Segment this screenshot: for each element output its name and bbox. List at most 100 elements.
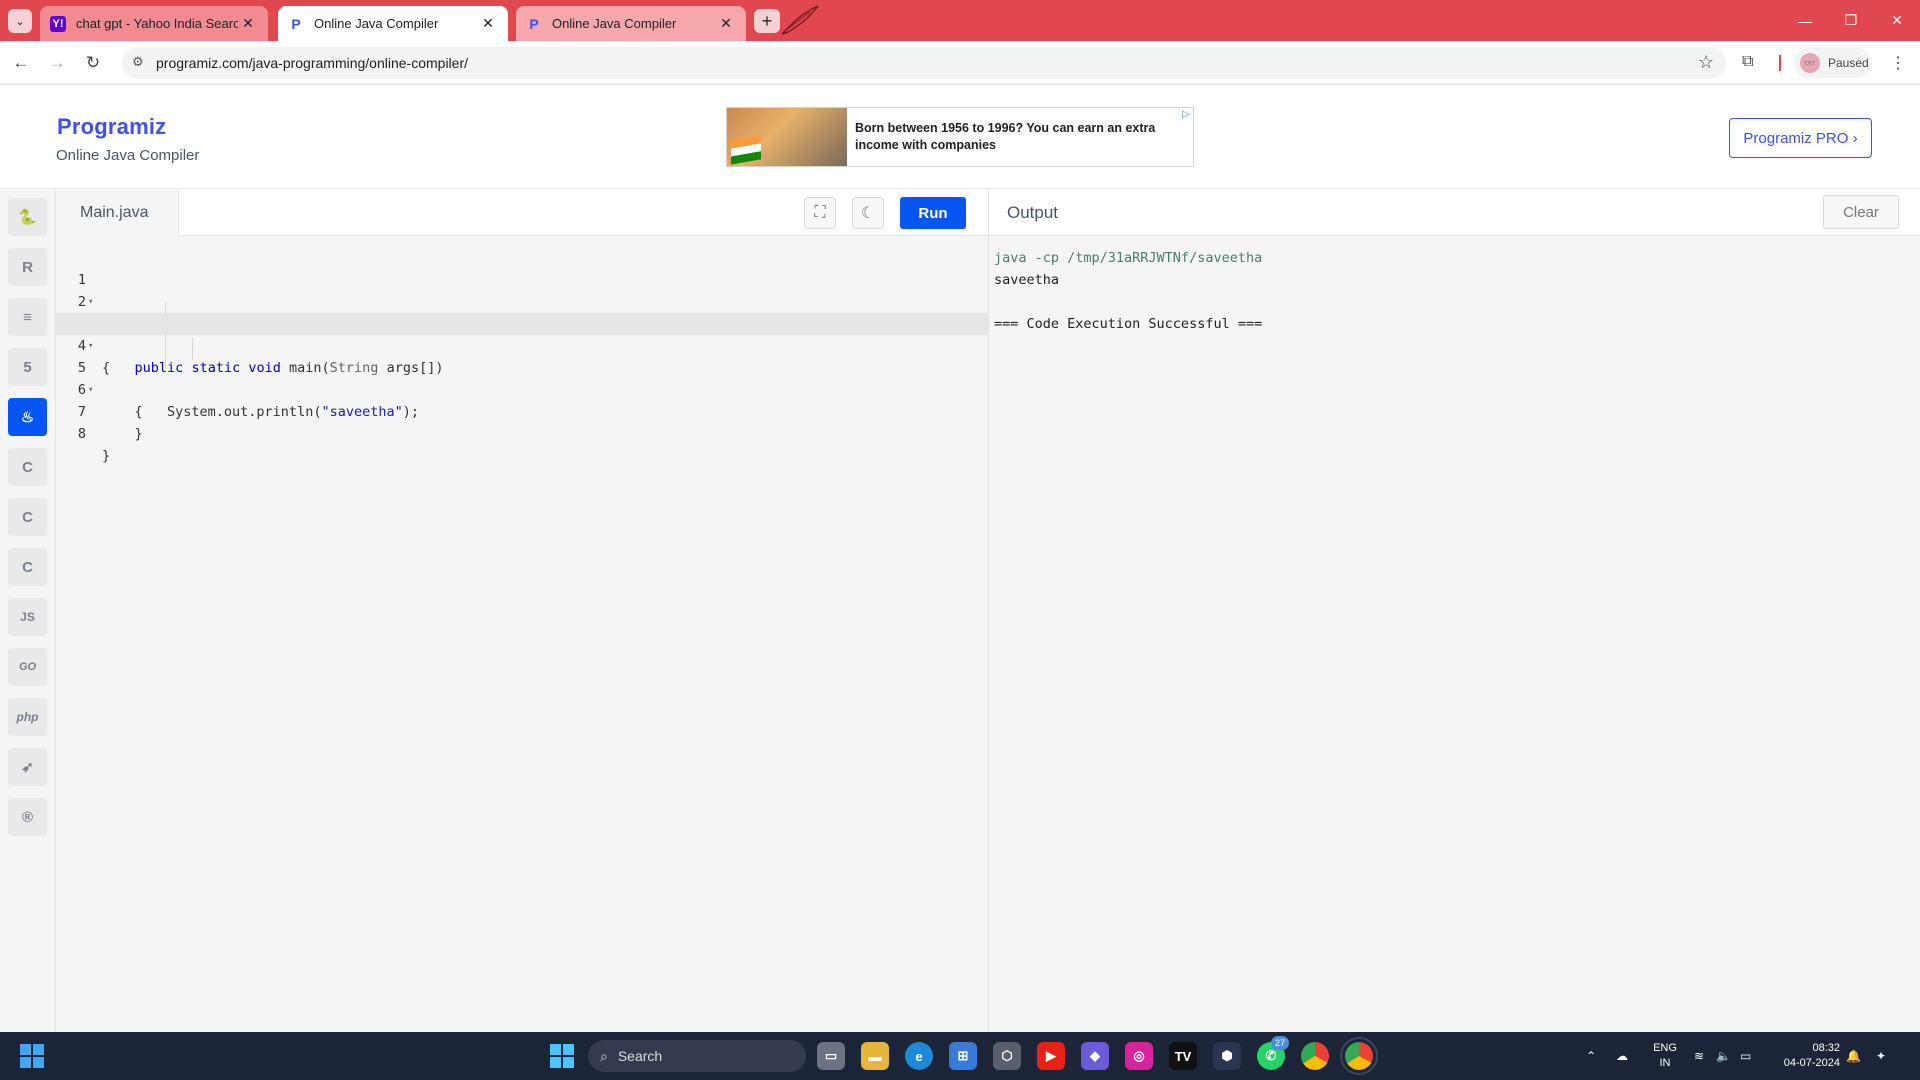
tab-search-button[interactable]: ⌄ — [8, 9, 32, 33]
tab-title: Online Java Compiler — [552, 16, 677, 31]
rust-language-icon[interactable]: ® — [8, 798, 47, 836]
file-explorer-icon[interactable]: ▬ — [861, 1042, 889, 1070]
forward-icon[interactable]: → — [44, 50, 70, 76]
search-icon: ⌕ — [600, 1047, 608, 1064]
chrome-icon[interactable] — [1301, 1042, 1329, 1070]
copilot-tray-icon[interactable]: ✦ — [1876, 1032, 1886, 1080]
browser-tab-3[interactable]: P Online Java Compiler ✕ — [516, 6, 746, 41]
menu-kebab-icon[interactable]: ⋮ — [1890, 53, 1906, 73]
tab-title: chat gpt - Yahoo India Search R — [76, 16, 238, 31]
profile-button[interactable]: 👓 Paused — [1794, 48, 1872, 78]
line-number: 8 — [77, 426, 86, 442]
output-line: saveetha — [994, 272, 1060, 288]
extensions-icon[interactable]: ⧉ — [1742, 53, 1753, 71]
task-view-icon[interactable]: ▭ — [817, 1042, 845, 1070]
html-language-icon[interactable]: 5 — [8, 348, 47, 386]
close-window-icon[interactable]: ✕ — [1874, 0, 1920, 41]
language-code: ENG — [1653, 1042, 1677, 1054]
input-language-indicator[interactable]: ENG IN — [1650, 1041, 1680, 1071]
notifications-icon[interactable]: 🔔 — [1846, 1032, 1861, 1080]
code-line[interactable]: 8 } — [56, 401, 988, 464]
restore-icon[interactable]: ❐ — [1828, 0, 1874, 41]
code-line[interactable]: 3 ▾ { — [56, 291, 988, 376]
adchoices-icon[interactable]: ▷ — [1182, 109, 1190, 120]
microsoft-store-icon[interactable]: ⊞ — [949, 1042, 977, 1070]
page-subtitle: Online Java Compiler — [56, 147, 200, 164]
output-command-line: java -cp /tmp/31aRRJWTNf/saveetha — [994, 250, 1263, 266]
unity-hub-icon[interactable]: ⬡ — [993, 1042, 1021, 1070]
code-line[interactable]: 5 ▾ { — [56, 335, 988, 420]
programiz-icon: P — [291, 15, 301, 32]
go-language-icon[interactable]: GO — [8, 648, 47, 686]
run-button[interactable]: Run — [900, 197, 966, 229]
browser-tab-1[interactable]: Y! chat gpt - Yahoo India Search R ✕ — [40, 6, 268, 41]
python-language-icon[interactable]: 🐍 — [8, 198, 47, 236]
close-tab-icon[interactable]: ✕ — [478, 15, 498, 32]
new-tab-button[interactable]: + — [754, 9, 780, 33]
browser-tab-2[interactable]: P Online Java Compiler ✕ — [278, 6, 508, 41]
url-text[interactable]: programiz.com/java-programming/online-co… — [156, 55, 468, 71]
programiz-pro-button[interactable]: Programiz PRO › — [1729, 118, 1872, 158]
back-icon[interactable]: ← — [8, 50, 34, 76]
wifi-icon[interactable]: ≋ — [1694, 1032, 1704, 1080]
code-line-active[interactable]: 4 public static void main(String args[]) — [56, 313, 988, 376]
output-header: Output Clear — [988, 190, 1920, 236]
php-language-icon[interactable]: php — [8, 698, 47, 736]
code-line[interactable]: 2 class saveetha — [56, 269, 988, 332]
clock-date: 04-07-2024 — [1783, 1057, 1840, 1069]
java-language-icon[interactable]: ♨ — [8, 398, 47, 436]
code-editor[interactable]: 1 ▾ import java.io.*; 2 class saveetha 3… — [56, 236, 988, 1032]
browser-toolbar: ← → ↻ ⚙ programiz.com/java-programming/o… — [0, 41, 1920, 85]
code-text: } — [102, 426, 143, 442]
browser-tabstrip: ⌄ Y! chat gpt - Yahoo India Search R ✕ P… — [0, 0, 1920, 41]
close-tab-icon[interactable]: ✕ — [716, 15, 736, 32]
battery-icon[interactable]: ▭ — [1740, 1032, 1751, 1080]
close-tab-icon[interactable]: ✕ — [238, 15, 258, 32]
edge-icon[interactable]: e — [905, 1042, 933, 1070]
search-label: Search — [617, 1048, 663, 1064]
reload-icon[interactable]: ↻ — [80, 50, 106, 76]
dark-mode-moon-icon[interactable]: ☾ — [852, 197, 884, 229]
code-line[interactable]: 6 System.out.println("saveetha"); — [56, 357, 988, 420]
file-tab-main-java[interactable]: Main.java — [56, 190, 179, 236]
system-clock[interactable]: 08:32 04-07-2024 — [1772, 1041, 1840, 1071]
show-hidden-icons-chevron-icon[interactable]: ⌃ — [1586, 1032, 1596, 1080]
programiz-logo[interactable]: Programiz — [57, 114, 166, 140]
swift-language-icon[interactable]: ➶ — [8, 748, 47, 786]
bookmark-star-icon[interactable]: ☆ — [1698, 52, 1714, 73]
onedrive-icon[interactable]: ☁ — [1616, 1032, 1628, 1080]
volume-icon[interactable]: 🔈 — [1716, 1032, 1731, 1080]
site-info-icon[interactable]: ⚙ — [132, 54, 144, 70]
csharp-language-icon[interactable]: C — [8, 548, 47, 586]
minimize-icon[interactable]: — — [1782, 0, 1828, 41]
taskbar-search[interactable]: ⌕ Search — [588, 1040, 806, 1072]
profile-status: Paused — [1828, 56, 1869, 70]
clock-time: 08:32 — [1812, 1042, 1840, 1054]
copilot-icon[interactable]: ◆ — [1081, 1042, 1109, 1070]
instagram-icon[interactable]: ◎ — [1125, 1042, 1153, 1070]
clear-button[interactable]: Clear — [1823, 195, 1899, 229]
sql-language-icon[interactable]: ≡ — [8, 298, 47, 336]
address-bar[interactable]: ⚙ programiz.com/java-programming/online-… — [122, 47, 1726, 79]
widgets-icon[interactable] — [20, 1044, 44, 1068]
youtube-icon[interactable]: ▶ — [1037, 1042, 1065, 1070]
javascript-language-icon[interactable]: JS — [8, 598, 47, 636]
avatar: 👓 — [1800, 53, 1820, 73]
output-console[interactable]: java -cp /tmp/31aRRJWTNf/saveetha saveet… — [988, 236, 1920, 1032]
toolbar-divider — [1779, 55, 1781, 71]
language-sidebar: 🐍 R ≡ 5 ♨ C C C JS GO php ➶ ® — [0, 190, 56, 1032]
c-language-icon[interactable]: C — [8, 448, 47, 486]
tradingview-icon[interactable]: TV — [1169, 1042, 1197, 1070]
ad-image — [727, 108, 847, 166]
output-title: Output — [1007, 203, 1059, 222]
editor-header: Main.java ⛶ ☾ Run — [56, 190, 988, 236]
code-line[interactable]: 1 ▾ import java.io.*; — [56, 247, 988, 332]
cpp-language-icon[interactable]: C — [8, 498, 47, 536]
r-language-icon[interactable]: R — [8, 248, 47, 286]
windows-start-icon[interactable] — [550, 1044, 574, 1068]
code-line[interactable]: 7 } — [56, 379, 988, 442]
virtualbox-icon[interactable]: ⬢ — [1213, 1042, 1241, 1070]
advertisement-banner[interactable]: Born between 1956 to 1996? You can earn … — [726, 107, 1194, 167]
fullscreen-icon[interactable]: ⛶ — [804, 197, 836, 229]
chrome-profile-icon[interactable] — [1340, 1037, 1378, 1075]
